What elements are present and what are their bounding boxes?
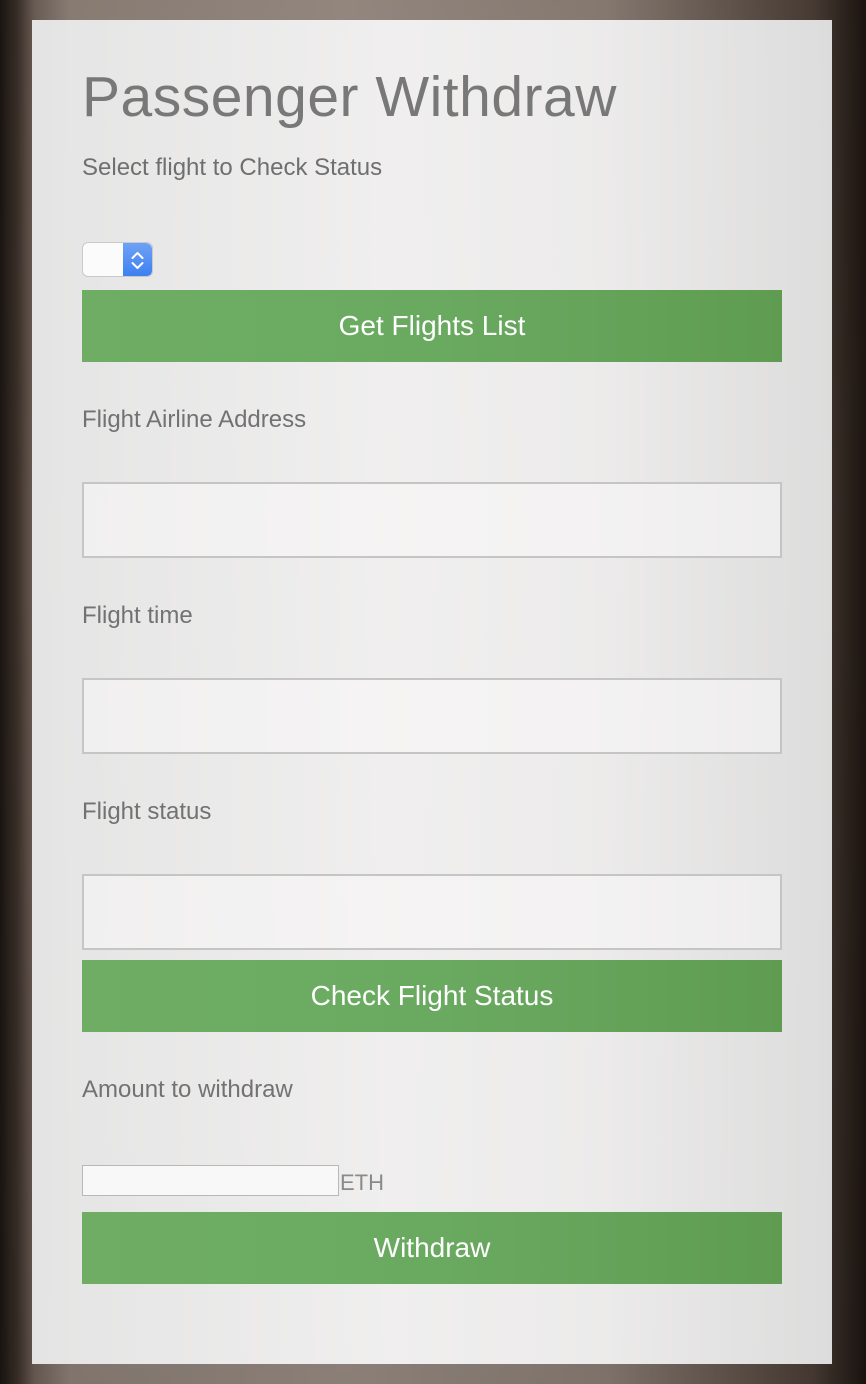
chevron-up-down-icon	[123, 243, 152, 276]
flight-time-field[interactable]	[82, 678, 782, 754]
airline-address-field[interactable]	[82, 482, 782, 558]
page-title: Passenger Withdraw	[82, 65, 617, 129]
airline-address-label: Flight Airline Address	[82, 406, 307, 433]
amount-input[interactable]	[82, 1165, 339, 1196]
flight-select[interactable]	[82, 242, 153, 277]
eth-unit-label: ETH	[340, 1170, 384, 1195]
flight-status-label: Flight status	[82, 798, 212, 825]
select-flight-prompt: Select flight to Check Status	[82, 154, 383, 181]
flight-status-field[interactable]	[82, 874, 782, 950]
withdraw-button[interactable]: Withdraw	[82, 1212, 782, 1284]
get-flights-list-button[interactable]: Get Flights List	[82, 290, 782, 362]
flight-time-label: Flight time	[82, 602, 193, 629]
check-flight-status-button[interactable]: Check Flight Status	[82, 960, 782, 1032]
amount-label: Amount to withdraw	[82, 1076, 293, 1103]
withdraw-panel: Passenger Withdraw Select flight to Chec…	[32, 20, 832, 1364]
